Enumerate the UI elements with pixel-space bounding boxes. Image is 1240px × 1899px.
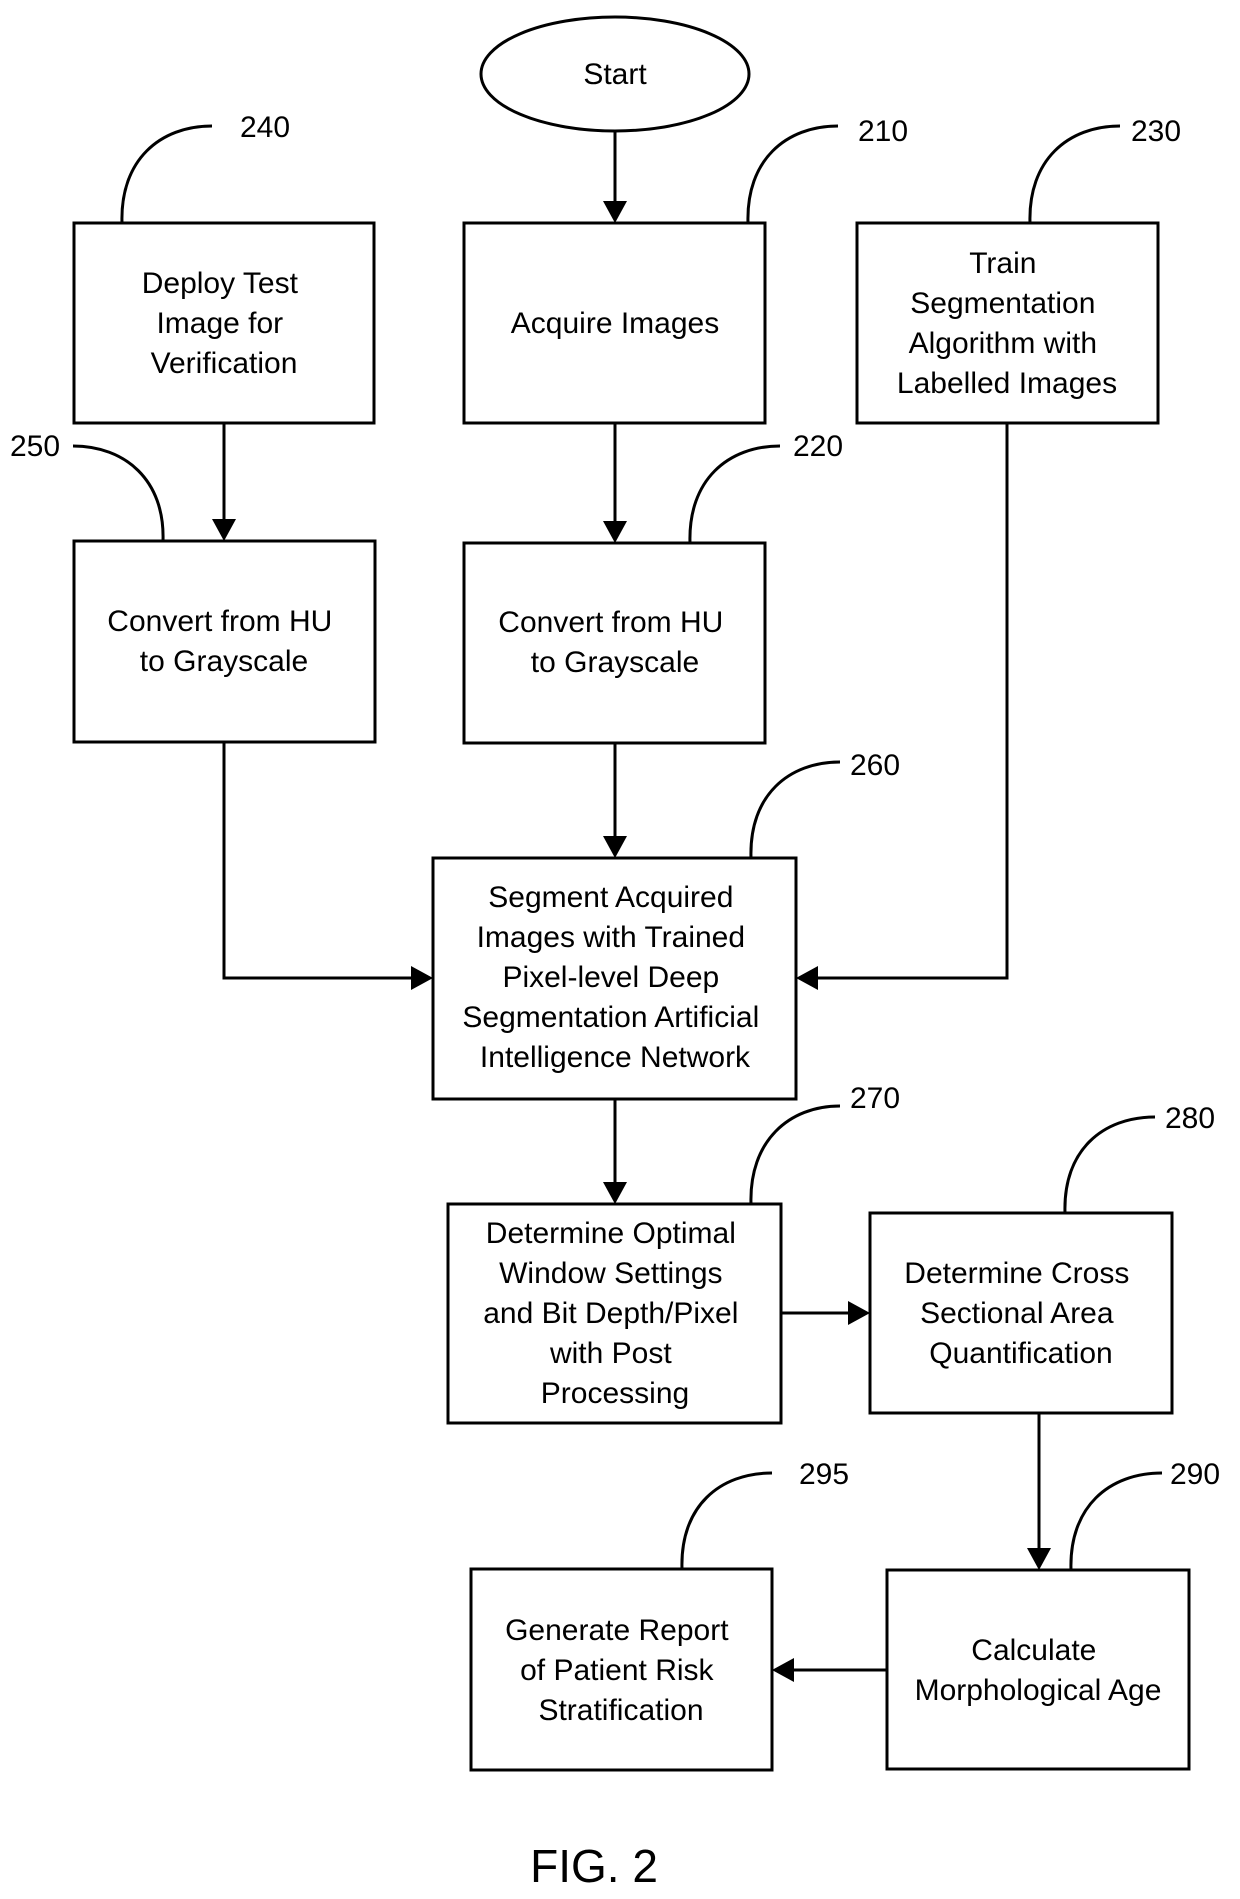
leader-line [1063,1115,1156,1214]
edge-convert-main-segment [603,743,627,858]
node-train: Train Segmentation Algorithm with Labell… [855,221,1160,425]
leader-line [746,124,839,224]
edge-start-acquire [603,131,627,223]
node-deploy: Deploy Test Image for Verification [72,221,376,425]
arrowhead-icon [212,519,236,541]
node-convert-main: Convert from HU to Grayscale [462,541,767,745]
leader-line [749,760,841,859]
ref-280: 280 [1063,1102,1215,1214]
edge-cross-morph [1027,1413,1051,1570]
node-acquire: Acquire Images [462,221,767,425]
node-start-label: Start [583,58,647,91]
node-acquire-label: Acquire Images [511,307,719,340]
node-cross-label: Determine Cross Sectional Area Quantific… [904,1257,1137,1370]
leader-line [680,1471,773,1570]
ref-numeral: 260 [850,749,900,782]
arrowhead-icon [796,966,818,990]
ref-numeral: 295 [799,1458,849,1491]
node-convert-test-box [72,539,377,744]
leader-line [1028,124,1121,224]
node-morph: Calculate Morphological Age [885,1568,1191,1771]
node-start: Start [479,15,751,133]
node-report-label: Generate Report of Patient Risk Stratifi… [505,1614,737,1727]
edge-window-cross [781,1301,870,1325]
node-convert-test: Convert from HU to Grayscale [72,539,377,744]
arrowhead-icon [411,966,433,990]
ref-numeral: 250 [10,430,60,463]
leader-line [1069,1471,1163,1571]
ref-290: 290 [1069,1458,1220,1571]
arrowhead-icon [603,1182,627,1204]
ref-220: 220 [688,430,843,544]
arrowhead-icon [603,521,627,543]
ref-250: 250 [10,430,165,542]
node-report: Generate Report of Patient Risk Stratifi… [469,1567,774,1772]
ref-295: 295 [680,1458,849,1570]
edge-line [222,742,415,980]
ref-numeral: 210 [858,115,908,148]
ref-numeral: 230 [1131,115,1181,148]
arrowhead-icon [603,836,627,858]
node-segment: Segment Acquired Images with Trained Pix… [431,856,798,1101]
edge-morph-report [772,1658,887,1682]
edge-line [814,423,1009,980]
node-cross: Determine Cross Sectional Area Quantific… [868,1211,1174,1415]
leader-line [749,1104,841,1205]
node-convert-main-box [462,541,767,745]
flowchart: Start Deploy Test Image for Verification… [10,15,1220,1892]
arrowhead-icon [1027,1548,1051,1570]
ref-260: 260 [749,749,900,859]
figure-caption: FIG. 2 [530,1840,658,1892]
arrowhead-icon [603,201,627,223]
leader-line [72,444,165,542]
leader-line [688,444,781,544]
ref-230: 230 [1028,115,1181,224]
ref-210: 210 [746,115,908,224]
ref-numeral: 270 [850,1082,900,1115]
node-window: Determine Optimal Window Settings and Bi… [446,1202,783,1425]
arrowhead-icon [772,1658,794,1682]
node-deploy-label: Deploy Test Image for Verification [142,267,307,380]
arrowhead-icon [848,1301,870,1325]
node-segment-label: Segment Acquired Images with Trained Pix… [462,881,767,1074]
leader-line [120,124,213,224]
edge-train-segment [796,423,1009,990]
edge-acquire-convert-main [603,423,627,543]
edge-deploy-convert-test [212,423,236,541]
ref-numeral: 290 [1170,1458,1220,1491]
edge-segment-window [603,1099,627,1204]
node-morph-box [885,1568,1191,1771]
ref-numeral: 240 [240,111,290,144]
edge-convert-test-segment [222,742,433,990]
ref-numeral: 280 [1165,1102,1215,1135]
ref-numeral: 220 [793,430,843,463]
ref-240: 240 [120,111,290,224]
